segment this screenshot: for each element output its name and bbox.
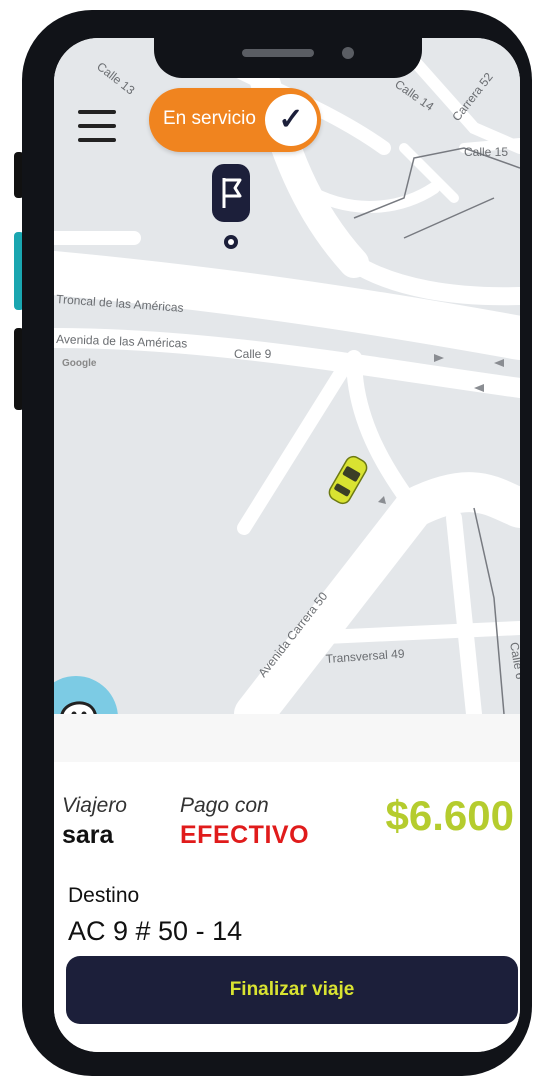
checkmark-icon: ✓ [265,94,317,146]
payment-method: EFECTIVO [180,821,310,849]
front-camera [342,47,354,59]
service-status-label: En servicio [163,108,256,129]
street-label-transversal49: Transversal 49 [325,646,405,665]
destination-address: AC 9 # 50 - 14 [68,916,243,946]
phone-notch [154,38,422,78]
street-label-carrera52: Carrera 52 [449,70,496,124]
map-divider-band [54,714,520,762]
flag-icon[interactable] [212,164,250,249]
service-status-toggle[interactable]: En servicio ✓ [149,88,321,152]
traveler-name: sara [62,821,114,849]
street-label-calle15: Calle 15 [464,145,508,159]
destination-label: Destino [68,884,140,907]
street-label-calle13: Calle 13 [94,59,138,97]
menu-icon[interactable] [78,110,116,144]
traveler-label: Viajero [62,794,127,817]
taxi-icon [328,455,368,505]
street-label-calle6: Calle 6 [507,641,520,681]
speaker-grille [242,49,314,57]
finish-trip-button[interactable]: Finalizar viaje [66,956,518,1024]
app-screen: Calle 13 Calle 14 Carrera 52 Calle 15 Tr… [54,38,520,1052]
payment-label: Pago con [180,794,269,817]
trip-info-panel: Viajero sara Pago con EFECTIVO $6.600 De… [54,762,520,1052]
google-logo: Google [62,358,97,369]
street-label-calle9: Calle 9 [234,347,272,361]
trip-price: $6.600 [385,792,514,839]
map-view[interactable]: Calle 13 Calle 14 Carrera 52 Calle 15 Tr… [54,38,520,760]
